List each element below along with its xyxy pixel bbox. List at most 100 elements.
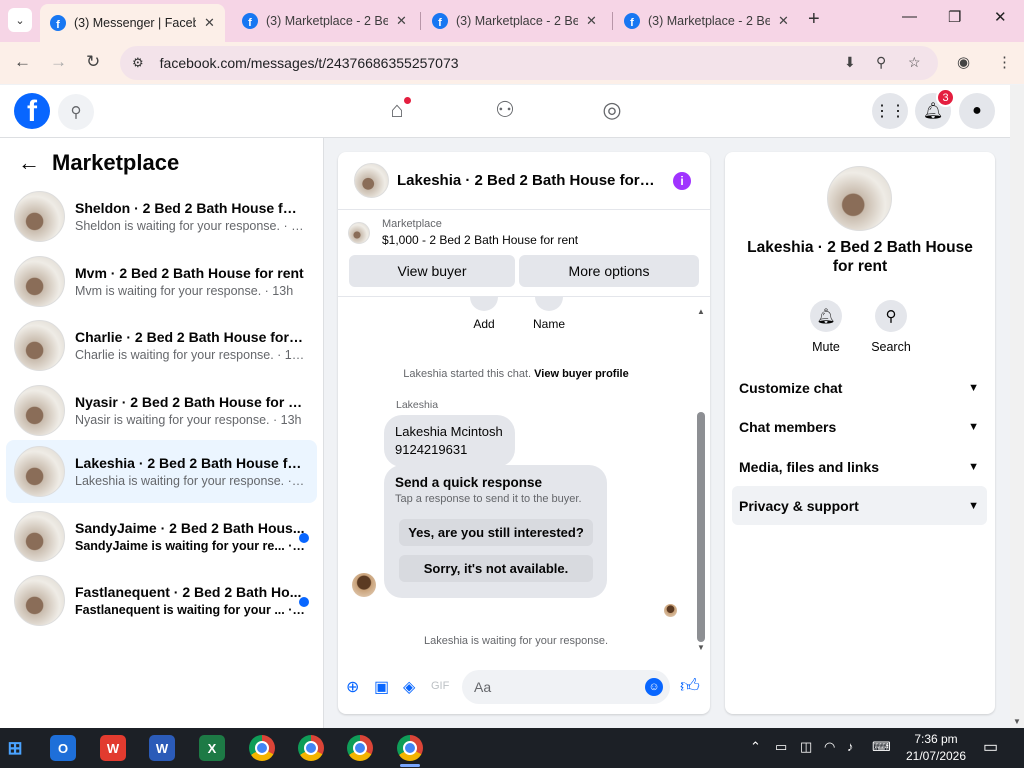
excel-icon[interactable]: X [199,735,225,761]
minimize-button[interactable]: — [902,8,917,25]
info-icon[interactable]: i [673,172,691,190]
friends-icon[interactable]: ⚇ [490,95,520,125]
address-bar[interactable]: ⚙ facebook.com/messages/t/24376686355257… [120,46,938,80]
chat-members-section[interactable]: Chat members ▼ [732,407,987,446]
customize-chat-section[interactable]: Customize chat ▼ [732,368,987,407]
facebook-header: f ⚲ ⌂ ⚇ ◎ ⋮⋮ 🔔︎ ● [0,85,1010,138]
restore-button[interactable]: ❐ [948,8,961,26]
marketplace-sidebar: ← Marketplace Sheldon · 2 Bed 2 Bath Hou… [0,138,324,728]
gif-icon[interactable]: GIF [431,680,449,692]
quick-reply-button[interactable]: Sorry, it's not available. [399,555,593,582]
tab-search-button[interactable]: ⌄ [8,8,32,32]
conversation-name: Lakeshia · 2 Bed 2 Bath House for ... [75,455,305,471]
scroll-down-icon[interactable]: ▼ [697,643,705,652]
back-button[interactable]: ← [14,52,31,72]
tab-divider [420,12,421,30]
quick-reply-button[interactable]: Yes, are you still interested? [399,519,593,546]
like-thumb-icon[interactable]: 👍︎ [680,675,700,698]
add-action[interactable]: Add [459,297,509,331]
chrome-profile-4-icon[interactable] [397,735,423,767]
more-options-button[interactable]: More options [519,255,699,287]
tab-marketplace-1[interactable]: f (3) Marketplace - 2 Bec ✕ [232,4,417,38]
volume-icon[interactable]: ♪ [847,739,854,754]
mute-button[interactable]: 🔔︎ Mute [798,300,854,354]
conversation-item[interactable]: SandyJaime · 2 Bed 2 Bath Hous... SandyJ… [6,505,317,568]
notifications-center-icon[interactable]: ▭ [983,737,998,757]
show-hidden-icons-icon[interactable]: ⌃ [750,739,761,755]
view-buyer-button[interactable]: View buyer [349,255,515,287]
tab-marketplace-2[interactable]: f (3) Marketplace - 2 Bec ✕ [422,4,607,38]
back-arrow-icon[interactable]: ← [18,150,40,176]
scroll-thumb[interactable] [697,412,705,642]
conversation-name: Nyasir · 2 Bed 2 Bath House for rent [75,394,305,410]
quick-response-card: Send a quick response Tap a response to … [384,465,607,598]
new-tab-button[interactable]: + [808,8,820,31]
menu-grid-icon[interactable]: ⋮⋮ [872,93,908,129]
keyboard-icon[interactable]: ⌨ [872,739,891,755]
conversation-item[interactable]: Nyasir · 2 Bed 2 Bath House for rent Nya… [6,379,317,442]
emoji-icon[interactable]: ☺ [645,678,663,696]
chat-title[interactable]: Lakeshia · 2 Bed 2 Bath House for r... [397,172,657,189]
site-info-icon[interactable]: ⚙ [132,55,144,71]
message-input[interactable]: Aa [462,670,670,704]
facebook-logo-icon[interactable]: f [14,93,50,129]
chat-scrollbar[interactable]: ▲ ▼ [697,307,705,652]
sticker-icon[interactable]: ◈ [403,677,415,697]
message-line: 9124219631 [395,442,468,457]
chat-panel: Lakeshia · 2 Bed 2 Bath House for r... i… [338,152,710,714]
close-window-button[interactable]: ✕ [994,8,1007,26]
listing-avatar [14,575,65,626]
wifi-icon[interactable]: ◠ [824,739,835,755]
chrome-profile-2-icon[interactable] [298,735,324,761]
tab-messenger[interactable]: f (3) Messenger | Facebo ✕ [40,4,225,42]
close-tab-icon[interactable]: ✕ [586,13,597,29]
clock-time: 7:36 pm [914,732,958,746]
device-icon[interactable]: ◫ [800,739,812,755]
scroll-down-icon[interactable]: ▼ [1013,717,1021,726]
section-label: Chat members [739,418,837,435]
view-buyer-profile-link[interactable]: View buyer profile [534,368,629,380]
close-tab-icon[interactable]: ✕ [396,13,407,29]
page-scrollbar[interactable]: ▼ [1010,85,1024,728]
conversation-item-selected[interactable]: Lakeshia · 2 Bed 2 Bath House for ... La… [6,440,317,503]
forward-button[interactable]: → [50,52,67,72]
plus-icon[interactable]: ⊕ [346,677,359,697]
browser-menu-icon[interactable]: ⋮ [997,53,1012,71]
chrome-profile-1-icon[interactable] [249,735,275,761]
install-app-icon[interactable]: ⬇ [844,54,856,71]
name-action[interactable]: Name [524,297,574,331]
groups-icon[interactable]: ◎ [597,95,627,125]
wps-office-icon[interactable]: W [100,735,126,761]
profile-icon[interactable]: ◉ [957,53,970,71]
photo-icon[interactable]: ▣ [374,677,389,697]
tab-title: (3) Marketplace - 2 Bec [266,14,388,28]
browser-toolbar: ← → ↻ ⚙ facebook.com/messages/t/24376686… [0,42,1024,84]
system-clock[interactable]: 7:36 pm 21/07/2026 [900,731,972,765]
reload-button[interactable]: ↻ [86,52,100,72]
search-icon[interactable]: ⚲ [58,94,94,130]
media-files-section[interactable]: Media, files and links ▼ [732,447,987,486]
chat-avatar[interactable] [354,163,389,198]
search-conversation-button[interactable]: ⚲ Search [863,300,919,354]
section-label: Media, files and links [739,458,880,475]
account-avatar[interactable]: ● [959,93,995,129]
url-text: facebook.com/messages/t/2437668635525707… [159,55,459,71]
contact-avatar [827,166,892,231]
zoom-icon[interactable]: ⚲ [876,54,886,71]
scroll-up-icon[interactable]: ▲ [697,307,705,316]
conversation-item[interactable]: Sheldon · 2 Bed 2 Bath House for r... Sh… [6,185,317,248]
tab-marketplace-3[interactable]: f (3) Marketplace - 2 Bec ✕ [614,4,799,38]
start-windows-icon[interactable]: ⊞ [2,735,28,761]
word-icon[interactable]: W [149,735,175,761]
privacy-support-section[interactable]: Privacy & support ▼ [732,486,987,525]
bookmark-star-icon[interactable]: ☆ [908,54,921,71]
conversation-item[interactable]: Mvm · 2 Bed 2 Bath House for rent Mvm is… [6,250,317,313]
conversation-item[interactable]: Fastlanequent · 2 Bed 2 Bath Ho... Fastl… [6,569,317,632]
conversation-item[interactable]: Charlie · 2 Bed 2 Bath House for rent Ch… [6,314,317,377]
listing-summary[interactable]: Marketplace $1,000 - 2 Bed 2 Bath House … [348,218,578,247]
outlook-icon[interactable]: O [50,735,76,761]
close-tab-icon[interactable]: ✕ [778,13,789,29]
close-tab-icon[interactable]: ✕ [204,15,215,31]
chrome-profile-3-icon[interactable] [347,735,373,761]
battery-icon[interactable]: ▭ [775,739,787,755]
